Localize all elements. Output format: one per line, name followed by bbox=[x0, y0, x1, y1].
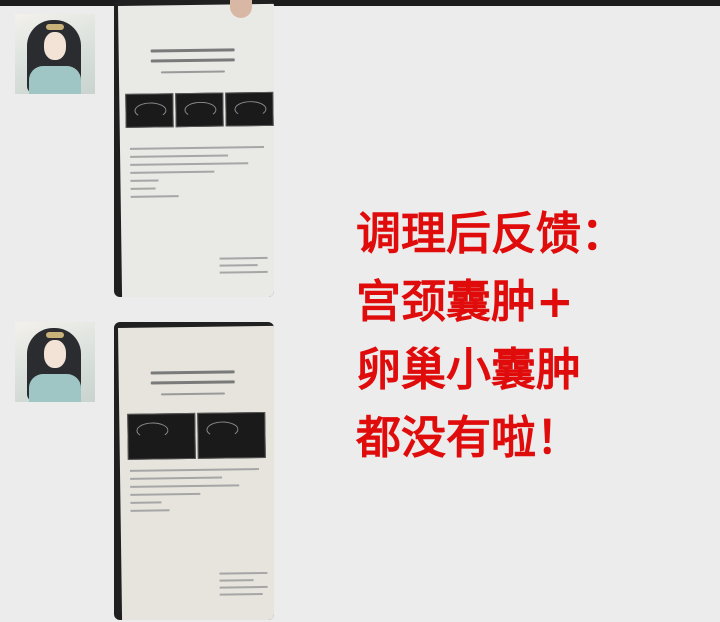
caption-line-2: 宫颈囊肿+ bbox=[356, 275, 574, 328]
report-header-line bbox=[150, 48, 235, 53]
status-bar bbox=[0, 0, 720, 6]
feedback-caption: 调理后反馈： 宫颈囊肿+ 卵巢小囊肿 都没有啦！ bbox=[356, 200, 626, 472]
ultrasound-scan-image bbox=[225, 91, 274, 127]
avatar-icon[interactable] bbox=[15, 14, 95, 94]
report-paper bbox=[118, 325, 274, 620]
ultrasound-report-photo-2[interactable] bbox=[114, 322, 274, 620]
report-text-lines bbox=[129, 145, 271, 204]
report-subheader-line bbox=[160, 70, 225, 74]
caption-line-4: 都没有啦！ bbox=[356, 411, 582, 464]
ultrasound-scan-image bbox=[127, 412, 196, 460]
report-paper bbox=[118, 3, 274, 297]
ultrasound-scan-image bbox=[197, 411, 266, 459]
report-header-line bbox=[150, 370, 235, 375]
ultrasound-report-photo-1[interactable] bbox=[114, 0, 274, 297]
avatar-dress bbox=[29, 374, 81, 402]
caption-line-3: 卵巢小囊肿 bbox=[356, 343, 582, 396]
report-signature-lines bbox=[219, 571, 268, 601]
avatar-crown bbox=[46, 24, 64, 30]
avatar-crown bbox=[46, 332, 64, 338]
ultrasound-scan-image bbox=[125, 93, 174, 128]
report-subheader-line bbox=[160, 392, 225, 396]
ultrasound-scan-image bbox=[175, 92, 224, 128]
report-text-lines bbox=[129, 468, 271, 518]
caption-line-1: 调理后反馈： bbox=[356, 207, 627, 260]
report-header-line bbox=[150, 380, 235, 385]
report-signature-lines bbox=[219, 256, 268, 279]
report-header-line bbox=[150, 58, 235, 63]
avatar-icon[interactable] bbox=[15, 322, 95, 402]
avatar-face bbox=[44, 340, 66, 368]
avatar-dress bbox=[29, 66, 81, 94]
avatar-face bbox=[44, 32, 66, 60]
